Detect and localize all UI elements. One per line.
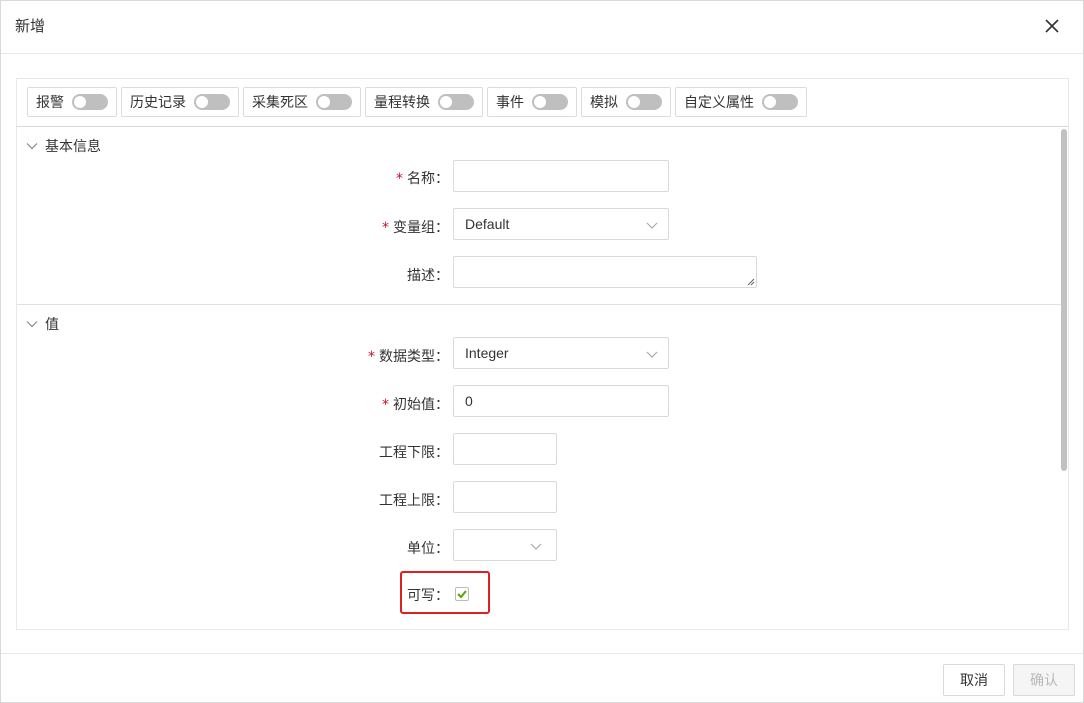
toggle-label: 事件 [496,95,524,111]
chevron-down-icon [646,222,658,229]
datatype-label: * 数据类型： [368,349,449,365]
toggle-alarm[interactable]: 报警 [27,87,117,117]
toggle-label: 报警 [36,95,64,111]
chevron-down-icon [26,321,38,328]
eng-low-input[interactable] [453,433,557,465]
deadband-switch[interactable] [316,94,352,110]
toggle-label: 量程转换 [374,95,430,111]
initial-value-label: * 初始值： [382,397,449,413]
toggle-deadband[interactable]: 采集死区 [243,87,361,117]
resize-grip-icon[interactable] [746,277,755,286]
group-label: * 变量组： [382,220,449,236]
history-switch[interactable] [194,94,230,110]
close-icon[interactable] [1039,13,1065,39]
scrollbar[interactable] [1060,127,1068,627]
chevron-down-icon [530,543,542,550]
datatype-select[interactable]: Integer [453,337,669,369]
add-dialog: 新增 报警 历史记录 采集死区 量程转换 事件 模拟 自定义属性 基本信息 * … [0,0,1084,703]
description-label: 描述： [407,268,449,284]
writable-checkbox[interactable] [455,587,469,601]
range-conversion-switch[interactable] [438,94,474,110]
required-mark: * [382,220,389,236]
alarm-switch[interactable] [72,94,108,110]
section-title: 值 [45,317,59,333]
required-mark: * [368,349,375,365]
dialog-title: 新增 [15,17,46,35]
simulation-switch[interactable] [626,94,662,110]
required-mark: * [396,171,403,187]
footer-divider [1,653,1083,654]
toggle-custom-attributes[interactable]: 自定义属性 [675,87,807,117]
toggle-label: 采集死区 [252,95,308,111]
writable-label: 可写： [407,588,449,604]
section-basic-info-header[interactable]: 基本信息 [25,136,101,156]
checkmark-icon [457,590,467,599]
feature-toggle-bar: 报警 历史记录 采集死区 量程转换 事件 模拟 自定义属性 [16,78,1069,127]
form-content: 基本信息 * 名称： * 变量组： Default 描述： 值 * 数据类型： Int… [16,126,1069,630]
required-mark: * [382,397,389,413]
group-select-value: Default [465,216,510,232]
group-select[interactable]: Default [453,208,669,240]
initial-value-input[interactable]: 0 [453,385,669,417]
toggle-label: 历史记录 [130,95,186,111]
section-divider [17,304,1061,305]
unit-select[interactable] [453,529,557,561]
cancel-button[interactable]: 取消 [943,664,1005,696]
name-label: * 名称： [396,171,449,187]
name-input[interactable] [453,160,669,192]
eng-high-input[interactable] [453,481,557,513]
eng-high-label: 工程上限： [379,493,449,509]
toggle-label: 自定义属性 [684,95,754,111]
chevron-down-icon [26,143,38,150]
dialog-header: 新增 [1,1,1083,54]
custom-attributes-switch[interactable] [762,94,798,110]
unit-label: 单位： [407,541,449,557]
event-switch[interactable] [532,94,568,110]
toggle-simulation[interactable]: 模拟 [581,87,671,117]
confirm-button[interactable]: 确认 [1013,664,1075,696]
toggle-label: 模拟 [590,95,618,111]
toggle-range-conversion[interactable]: 量程转换 [365,87,483,117]
toggle-history[interactable]: 历史记录 [121,87,239,117]
chevron-down-icon [646,351,658,358]
datatype-select-value: Integer [465,345,509,361]
toggle-event[interactable]: 事件 [487,87,577,117]
scrollbar-thumb[interactable] [1061,129,1067,471]
description-textarea[interactable] [453,256,757,288]
section-value-header[interactable]: 值 [25,314,59,334]
eng-low-label: 工程下限： [379,445,449,461]
section-title: 基本信息 [45,139,101,155]
